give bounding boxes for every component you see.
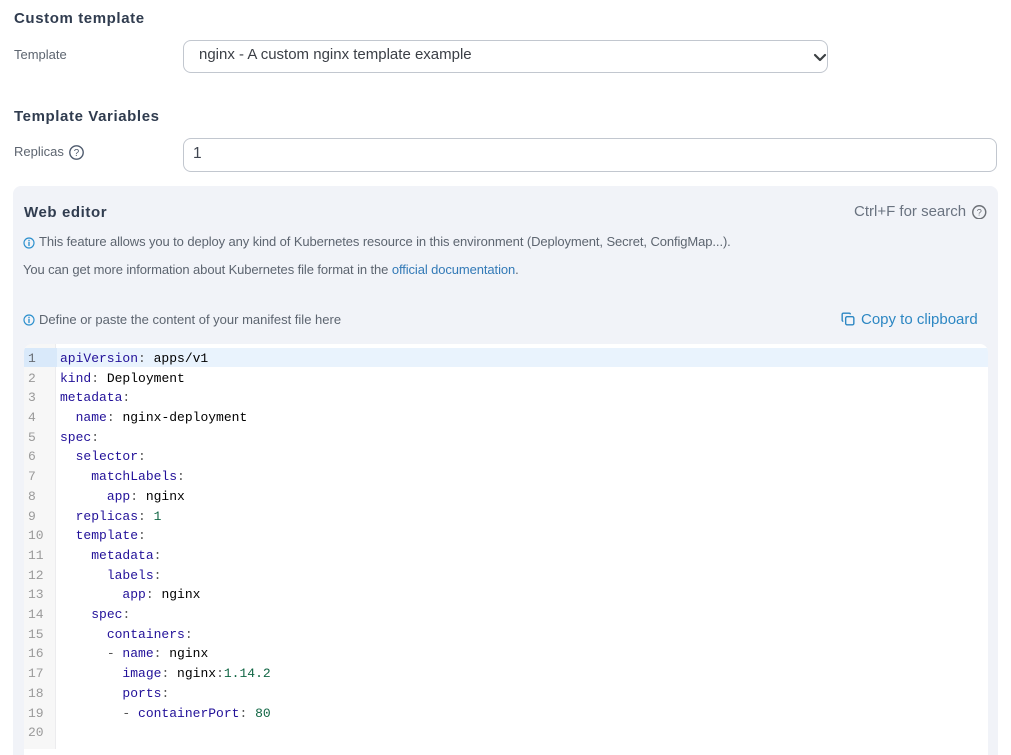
svg-text:?: ?	[73, 148, 79, 159]
svg-text:?: ?	[977, 207, 982, 218]
